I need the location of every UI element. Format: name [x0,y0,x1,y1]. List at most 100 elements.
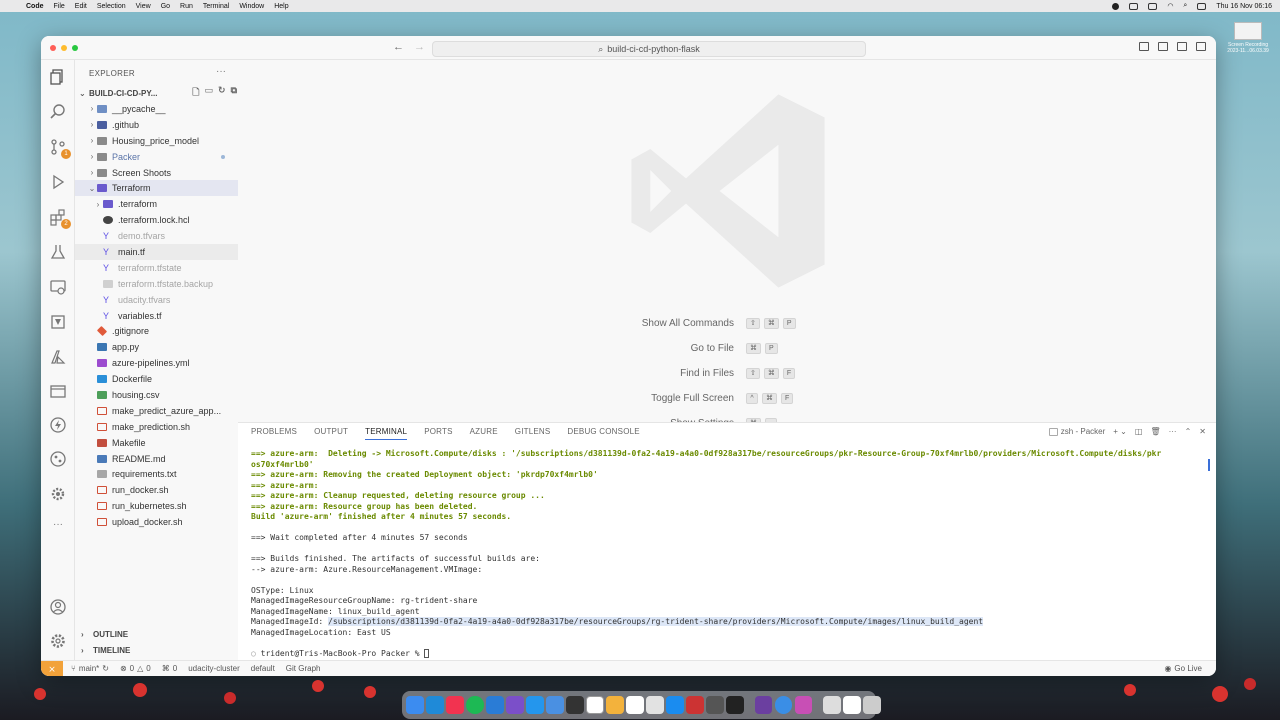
tree-file-demo-tfvars[interactable]: Y demo.tfvars [75,228,238,244]
edge-icon[interactable] [426,696,444,714]
maximize-panel-icon[interactable]: ⌃ [1185,427,1192,436]
tree-folder-packer[interactable]: › Packer [75,149,238,165]
tree-file-terraform-lock[interactable]: .terraform.lock.hcl [75,212,238,228]
menu-app[interactable]: Code [26,3,44,10]
music-icon[interactable] [446,696,464,714]
docker-dock-icon[interactable] [526,696,544,714]
tree-file-dockerfile[interactable]: Dockerfile [75,371,238,387]
tree-file-gitignore[interactable]: .gitignore [75,323,238,339]
close-window-button[interactable] [50,45,56,51]
source-control-icon[interactable]: 1 [49,138,71,159]
menu-help[interactable]: Help [274,3,288,10]
run-debug-icon[interactable] [49,173,67,191]
status-cluster[interactable]: udacity-cluster [188,664,240,673]
remote-explorer-icon[interactable] [49,278,67,296]
tree-file-run-kubernetes[interactable]: run_kubernetes.sh [75,498,238,514]
app-store-icon[interactable] [666,696,684,714]
accounts-icon[interactable] [49,598,67,616]
menu-terminal[interactable]: Terminal [203,3,229,10]
toggle-primary-sidebar-icon[interactable] [1139,42,1149,51]
manage-gear-icon[interactable] [49,632,67,650]
tree-file-upload-docker[interactable]: upload_docker.sh [75,514,238,530]
tree-file-requirements[interactable]: requirements.txt [75,466,238,482]
tree-file-makefile[interactable]: Makefile [75,435,238,451]
more-actions-icon[interactable]: ··· [1169,427,1177,436]
spotify-icon[interactable] [466,696,484,714]
utility-app-icon[interactable] [706,696,724,714]
terminal-scroll-indicator[interactable] [1208,459,1210,471]
status-namespace[interactable]: default [251,664,275,673]
tree-folder-screen-shoots[interactable]: › Screen Shoots [75,165,238,181]
safari-icon[interactable] [774,696,792,714]
tree-file-terraform-tfstate[interactable]: Y terraform.tfstate [75,260,238,276]
tree-folder-housing-price-model[interactable]: › Housing_price_model [75,133,238,149]
tree-folder-github[interactable]: › .github [75,117,238,133]
toggle-panel-icon[interactable] [1158,42,1168,51]
azure-dock-icon[interactable] [546,696,564,714]
tree-folder-terraform[interactable]: ⌄ Terraform [75,180,238,197]
tab-problems[interactable]: PROBLEMS [251,423,297,440]
notion-icon[interactable] [586,696,604,714]
tree-file-main-tf[interactable]: Y main.tf [75,244,238,260]
new-folder-icon[interactable]: ▭ [205,85,214,101]
messenger-icon[interactable] [794,696,812,714]
finder-icon[interactable] [406,696,424,714]
search-menubar-icon[interactable]: ⌕ [1183,2,1187,10]
menubar-datetime[interactable]: Thu 16 Nov 06:16 [1216,3,1272,10]
customize-layout-icon[interactable] [1196,42,1206,51]
tree-file-housing-csv[interactable]: housing.csv [75,387,238,403]
extensions-icon[interactable]: 2 [49,208,71,229]
docker-icon[interactable] [49,382,67,400]
status-branch[interactable]: ⑂ main* ↻ [71,664,109,673]
testing-icon[interactable] [49,243,67,261]
tree-file-variables-tf[interactable]: Y variables.tf [75,308,238,324]
tab-terminal[interactable]: TERMINAL [365,423,408,440]
new-terminal-icon[interactable]: + ⌄ [1113,427,1127,436]
workspace-root[interactable]: ⌄ BUILD-CI-CD-PY... 🗋 ▭ ↻ ⧉ [79,85,237,101]
record-icon[interactable] [1112,2,1120,10]
tab-gitlens[interactable]: GITLENS [515,423,551,440]
tree-file-make-predict-azure-app[interactable]: make_predict_azure_app... [75,403,238,419]
collapse-all-icon[interactable]: ⧉ [231,85,237,101]
tree-file-azure-pipelines[interactable]: azure-pipelines.yml [75,355,238,371]
wifi-icon[interactable]: ◠ [1167,2,1173,10]
azure-icon[interactable] [49,348,67,366]
calendar-icon[interactable] [626,696,644,714]
menu-window[interactable]: Window [239,3,264,10]
kill-terminal-icon[interactable]: 🗑 [1150,427,1160,436]
explorer-icon[interactable] [49,68,67,86]
tree-file-terraform-tfstate-backup[interactable]: terraform.tfstate.backup [75,276,238,292]
more-views-icon[interactable]: ··· [49,516,67,534]
desktop-file-icon[interactable]: Screen Recording 2023-11...06.03.39 [1219,22,1277,54]
tree-file-udacity-tfvars[interactable]: Y udacity.tfvars [75,292,238,308]
notifier-app-icon[interactable] [686,696,704,714]
terminal-output[interactable]: ==> azure-arm: Deleting -> Microsoft.Com… [251,449,1201,659]
status-ports[interactable]: ⌘ 0 [162,664,177,673]
menu-selection[interactable]: Selection [97,3,126,10]
minimize-window-button[interactable] [61,45,67,51]
nvidia-icon[interactable] [726,696,744,714]
gitlens-icon[interactable] [49,450,67,468]
menu-go[interactable]: Go [161,3,170,10]
tab-ports[interactable]: PORTS [424,423,452,440]
vscode-dock-icon[interactable] [486,696,504,714]
display-icon[interactable] [1148,2,1158,10]
toggle-secondary-sidebar-icon[interactable] [1177,42,1187,51]
battery-icon[interactable] [1129,2,1139,10]
photos-icon[interactable] [606,696,624,714]
editor-area[interactable]: Show All Commands ⇧ ⌘ P Go to File ⌘ P F… [238,60,1216,429]
menu-file[interactable]: File [54,3,65,10]
apple-icon[interactable] [8,2,16,10]
forward-arrow-icon[interactable]: → [414,41,425,53]
help-icon[interactable] [823,696,841,714]
tab-debug-console[interactable]: DEBUG CONSOLE [567,423,639,440]
tab-output[interactable]: OUTPUT [314,423,348,440]
status-go-live[interactable]: ◉ Go Live [1164,664,1202,673]
outline-section[interactable]: › OUTLINE [75,627,238,642]
kubernetes-icon[interactable] [49,313,67,331]
tree-file-readme[interactable]: README.md [75,451,238,467]
tree-file-app-py[interactable]: app.py [75,339,238,355]
status-git-graph[interactable]: Git Graph [286,664,321,673]
back-arrow-icon[interactable]: ← [393,41,404,53]
explorer-more-actions-icon[interactable]: ··· [216,66,226,77]
